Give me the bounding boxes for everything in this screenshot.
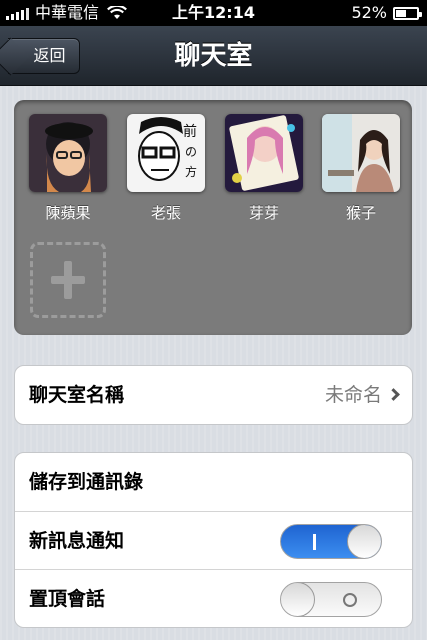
pin-chat-toggle[interactable] xyxy=(280,582,382,617)
save-to-contacts-label: 儲存到通訊錄 xyxy=(29,471,144,493)
back-button-label: 返回 xyxy=(33,46,66,65)
save-to-contacts-row[interactable]: 儲存到通訊錄 xyxy=(15,453,412,511)
battery-icon xyxy=(393,6,422,20)
chatroom-name-value: 未命名 xyxy=(324,384,382,406)
chatroom-name-label: 聊天室名稱 xyxy=(29,384,125,406)
chatroom-name-group: 聊天室名稱 未命名 xyxy=(14,365,413,425)
chevron-right-icon xyxy=(387,388,400,401)
toggle-knob[interactable] xyxy=(281,583,315,616)
member-item[interactable]: 前 の 方 老張 xyxy=(126,114,206,223)
member-name: 陳蘋果 xyxy=(45,204,91,222)
member-name: 猴子 xyxy=(345,204,376,222)
member-name: 老張 xyxy=(150,204,181,222)
member-item[interactable]: 陳蘋果 xyxy=(28,114,108,223)
chatroom-name-row[interactable]: 聊天室名稱 未命名 xyxy=(15,366,412,424)
status-bar: 中華電信 上午12:14 52% xyxy=(0,0,427,26)
back-button[interactable]: 返回 xyxy=(8,38,80,74)
avatar[interactable]: 前 の 方 xyxy=(127,114,205,192)
new-message-notify-toggle[interactable] xyxy=(280,524,382,559)
avatar[interactable] xyxy=(322,114,400,192)
avatar[interactable] xyxy=(225,114,303,192)
toggle-on-mark xyxy=(313,534,316,550)
pin-chat-row: 置頂會話 xyxy=(15,569,412,627)
avatar[interactable] xyxy=(29,114,107,192)
add-member-button[interactable] xyxy=(30,242,106,318)
member-item[interactable]: 芽芽 xyxy=(224,114,304,223)
new-message-notify-label: 新訊息通知 xyxy=(29,530,125,552)
battery-percent: 52% xyxy=(351,3,387,22)
new-message-notify-row: 新訊息通知 xyxy=(15,511,412,569)
svg-text:の: の xyxy=(185,145,197,159)
navigation-bar: 聊天室 返回 xyxy=(0,26,427,86)
pin-chat-label: 置頂會話 xyxy=(29,588,106,610)
member-item[interactable]: 猴子 xyxy=(321,114,401,223)
svg-text:方: 方 xyxy=(185,164,197,179)
toggle-knob[interactable] xyxy=(347,525,381,558)
members-panel: 陳蘋果 前 の 方 老張 芽芽 猴子 xyxy=(14,100,412,335)
toggle-off-mark xyxy=(343,593,357,607)
settings-group: 儲存到通訊錄 新訊息通知 置頂會話 xyxy=(14,452,413,628)
svg-text:前: 前 xyxy=(183,123,197,140)
member-name: 芽芽 xyxy=(248,204,279,222)
